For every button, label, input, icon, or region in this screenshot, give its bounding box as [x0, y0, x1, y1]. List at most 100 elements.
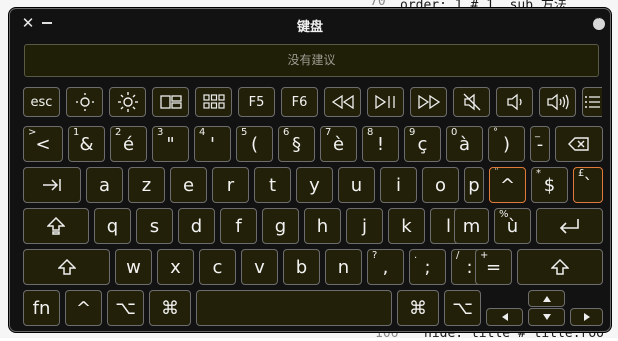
key-w[interactable]: w [115, 249, 152, 285]
left-command-key[interactable]: ⌘ [149, 290, 191, 326]
key-semicolon[interactable]: .; [409, 249, 446, 285]
key-n[interactable]: n [325, 249, 362, 285]
brightness-down-key[interactable] [66, 87, 103, 117]
key-h[interactable]: h [304, 208, 341, 244]
key-x[interactable]: x [157, 249, 194, 285]
key-u[interactable]: u [338, 167, 375, 203]
tab-key[interactable] [23, 167, 81, 203]
shift-icon [551, 259, 569, 275]
arrow-up-icon [542, 296, 551, 302]
key-f[interactable]: f [220, 208, 257, 244]
left-shift-key[interactable] [23, 249, 110, 285]
key-3[interactable]: 3 " [152, 126, 189, 162]
key-rparen[interactable]: °) [488, 126, 525, 162]
key-1[interactable]: 1 & [68, 126, 105, 162]
key-d[interactable]: d [178, 208, 215, 244]
caps-lock-key[interactable] [23, 208, 89, 244]
arrow-up-key[interactable] [528, 290, 565, 307]
arrow-down-icon [542, 313, 551, 320]
key-dollar[interactable]: * $ [531, 167, 568, 203]
arrow-right-key[interactable] [570, 308, 603, 326]
key-a[interactable]: a [86, 167, 123, 203]
brightness-up-key[interactable] [109, 87, 146, 117]
volume-down-key[interactable] [496, 87, 533, 117]
right-option-key[interactable]: ⌥ [444, 290, 481, 326]
space-key[interactable] [196, 290, 392, 326]
title-bar: ✕ 键盘 [10, 9, 610, 39]
key-7[interactable]: 7è [320, 126, 357, 162]
fn-key[interactable]: fn [23, 290, 60, 326]
tab-icon [43, 179, 61, 191]
fast-forward-key[interactable] [410, 87, 447, 117]
esc-key[interactable]: esc [23, 87, 60, 117]
delete-icon [568, 137, 589, 151]
right-command-key[interactable]: ⌘ [397, 290, 439, 326]
options-icon[interactable] [593, 15, 605, 30]
key-o[interactable]: o [422, 167, 459, 203]
key-v[interactable]: v [241, 249, 278, 285]
key-comma[interactable]: ?, [367, 249, 404, 285]
f6-key[interactable]: F6 [281, 87, 318, 117]
key-k[interactable]: k [388, 208, 425, 244]
key-i[interactable]: i [380, 167, 417, 203]
volume-up-icon [546, 93, 569, 111]
key-4[interactable]: 4 ' [194, 126, 231, 162]
caps-lock-icon [47, 217, 65, 235]
volume-up-key[interactable] [539, 87, 576, 117]
fast-forward-icon [417, 95, 440, 109]
key-g[interactable]: g [262, 208, 299, 244]
window-title: 键盘 [296, 20, 323, 35]
key-9[interactable]: 9ç [404, 126, 441, 162]
key-b[interactable]: b [283, 249, 320, 285]
key-q[interactable]: q [94, 208, 131, 244]
key-u-grave[interactable]: % ù [494, 208, 531, 244]
key-j[interactable]: j [346, 208, 383, 244]
key-z[interactable]: z [128, 167, 165, 203]
key-minus[interactable]: _ - [530, 126, 550, 162]
key-e[interactable]: e [170, 167, 207, 203]
key-y[interactable]: y [296, 167, 333, 203]
key-6[interactable]: 6 § [278, 126, 315, 162]
key-s[interactable]: s [136, 208, 173, 244]
keyboard-window: ✕ 键盘 没有建议 esc F5 F6 >< 1& 2é 3" 4' [9, 8, 611, 332]
key-r[interactable]: r [212, 167, 249, 203]
rewind-icon [331, 95, 354, 109]
mute-icon [463, 93, 480, 111]
suggestion-bar: 没有建议 [24, 44, 599, 77]
key-c[interactable]: c [199, 249, 236, 285]
right-shift-key[interactable] [517, 249, 603, 285]
arrow-left-icon [501, 313, 508, 321]
key-equals[interactable]: + = [475, 249, 512, 285]
mission-control-key[interactable] [152, 87, 189, 117]
return-icon [559, 219, 579, 234]
key-5[interactable]: 5( [236, 126, 273, 162]
left-option-key[interactable]: ⌥ [107, 290, 144, 326]
rewind-key[interactable] [324, 87, 361, 117]
launchpad-key[interactable] [195, 87, 232, 117]
f5-key[interactable]: F5 [238, 87, 275, 117]
key-2[interactable]: 2é [110, 126, 147, 162]
arrow-down-key[interactable] [528, 308, 565, 326]
key-circumflex[interactable]: ¨ ^ [489, 167, 526, 203]
launchpad-icon [202, 94, 225, 109]
key-p[interactable]: p [464, 167, 484, 203]
key-t[interactable]: t [254, 167, 291, 203]
key-grave[interactable]: £ ` [573, 167, 603, 203]
play-pause-key[interactable] [367, 87, 404, 117]
delete-key[interactable] [555, 126, 603, 162]
key-0[interactable]: 0à [446, 126, 483, 162]
shift-icon [57, 259, 76, 275]
key-lt[interactable]: > < [23, 126, 63, 162]
arrow-left-key[interactable] [486, 308, 523, 326]
control-key[interactable]: ^ [65, 290, 102, 326]
mute-key[interactable] [453, 87, 490, 117]
arrow-right-icon [583, 313, 590, 321]
brightness-up-icon [117, 92, 138, 112]
mission-control-icon [159, 95, 182, 109]
play-pause-icon [374, 95, 395, 109]
key-8[interactable]: 8! [362, 126, 399, 162]
key-m[interactable]: m [454, 208, 489, 244]
list-key[interactable] [582, 87, 602, 117]
return-key[interactable] [536, 208, 603, 244]
brightness-down-icon [75, 93, 94, 111]
